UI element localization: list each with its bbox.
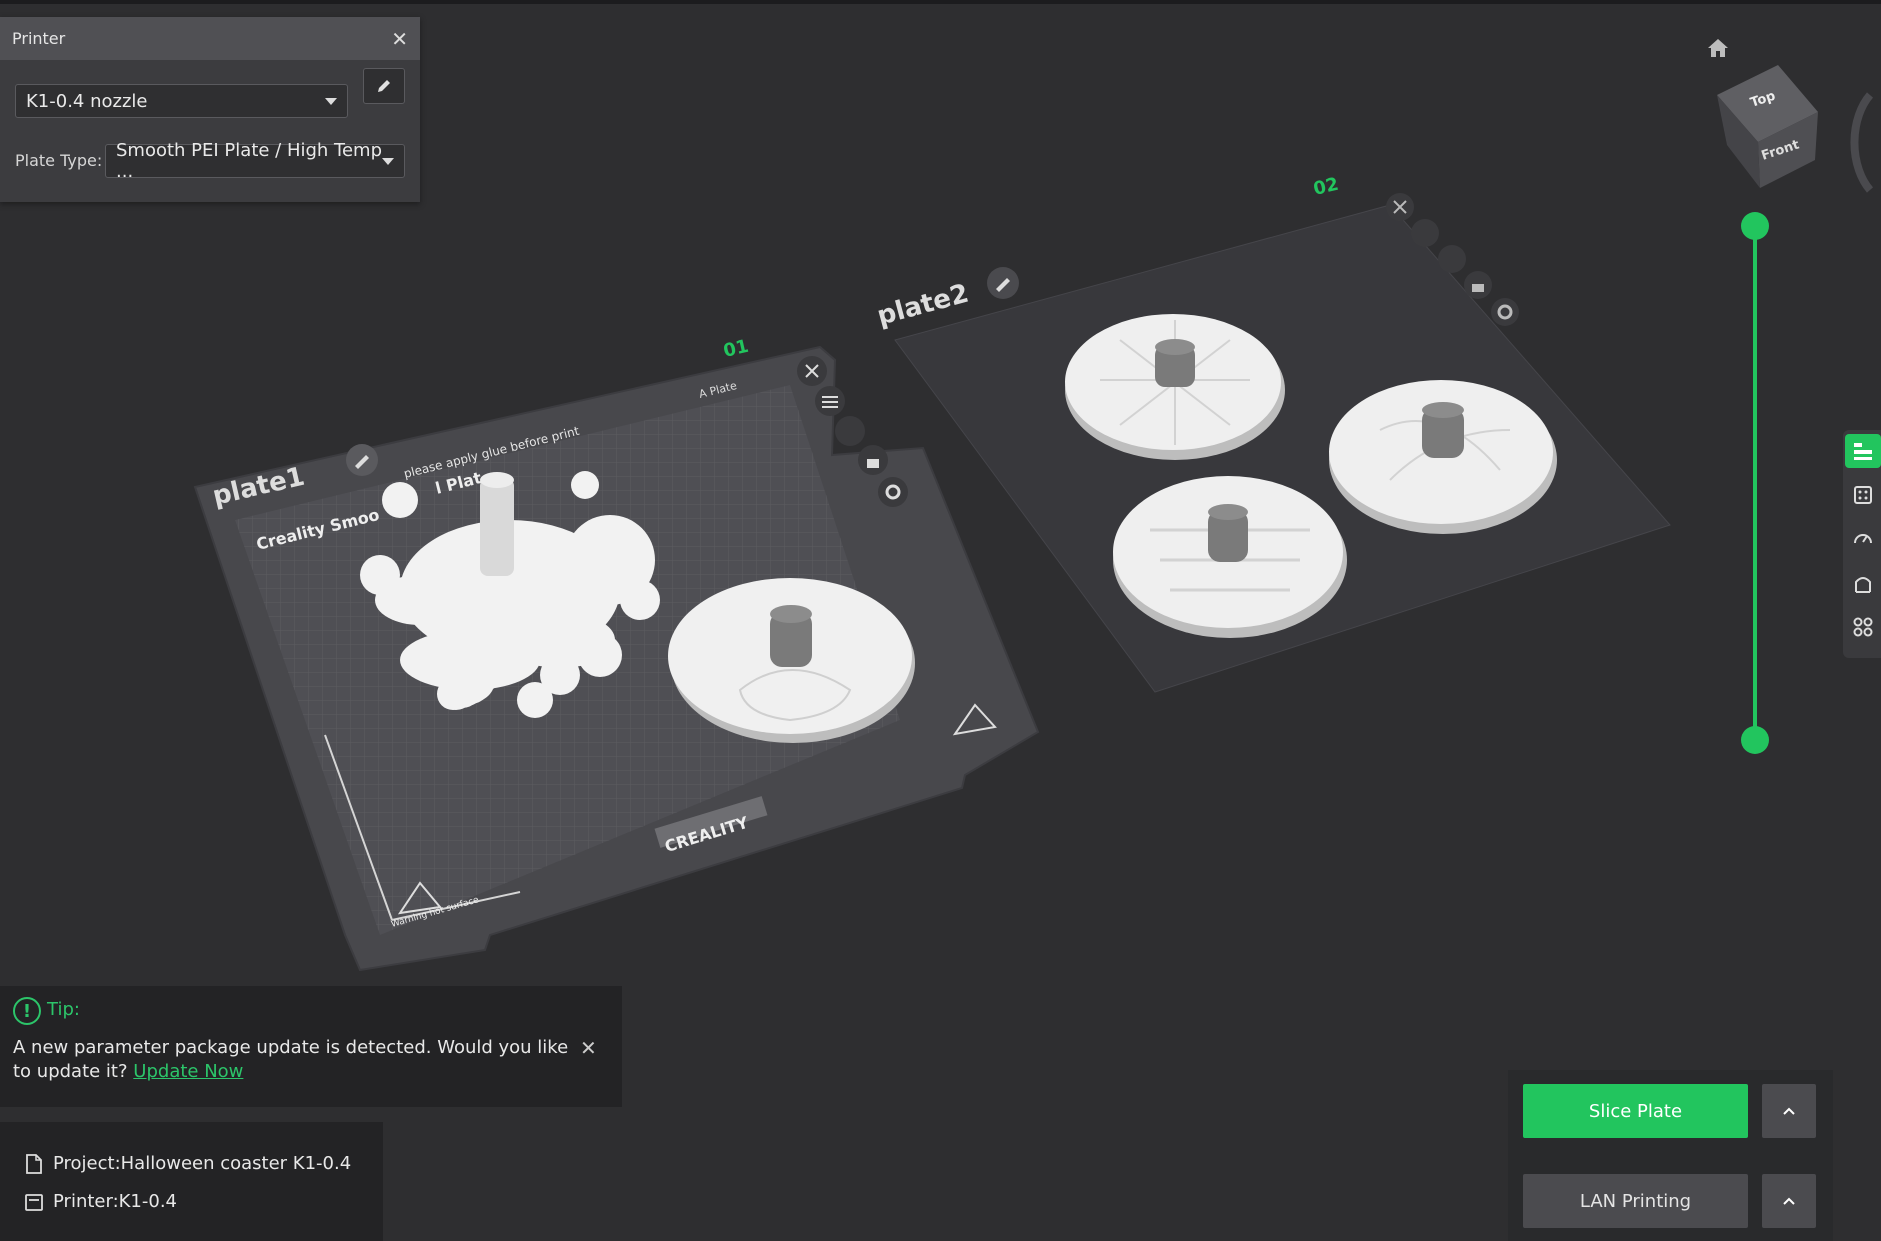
lan-printing-button[interactable]: LAN Printing — [1523, 1174, 1748, 1228]
printer-row: Printer:K1-0.4 — [25, 1191, 177, 1212]
tip-message-container: A new parameter package update is detect… — [13, 1036, 573, 1084]
trick-or-treat-coaster[interactable] — [1113, 476, 1347, 638]
plate-type-value: Smooth PEI Plate / High Temp ... — [116, 140, 383, 182]
printer-select[interactable]: K1-0.4 nozzle — [15, 84, 348, 118]
web-coaster[interactable] — [1065, 314, 1285, 460]
project-label: Project:Halloween coaster K1-0.4 — [53, 1153, 352, 1174]
plate2-arrange-icon[interactable] — [1411, 219, 1439, 247]
printer-icon — [25, 1193, 43, 1211]
slice-options-button[interactable] — [1762, 1084, 1816, 1138]
printer-panel-title: Printer — [12, 29, 66, 48]
plate2-auto-orient-icon[interactable] — [1438, 245, 1466, 273]
print-options-button[interactable] — [1762, 1174, 1816, 1228]
layer-slider-bottom-handle[interactable] — [1741, 726, 1769, 754]
project-row: Project:Halloween coaster K1-0.4 — [25, 1153, 351, 1174]
pencil-icon — [378, 80, 390, 92]
home-icon[interactable] — [1707, 38, 1729, 62]
plate1-auto-orient-icon[interactable] — [835, 416, 865, 446]
exclamation-icon: ! — [13, 997, 41, 1025]
tip-close-icon[interactable]: ✕ — [580, 1036, 597, 1060]
plate1-number: 01 — [721, 336, 750, 362]
chevron-up-icon — [1783, 1197, 1795, 1205]
slice-plate-button[interactable]: Slice Plate — [1523, 1084, 1748, 1138]
plate1-settings-icon[interactable] — [878, 477, 908, 507]
spider-coaster[interactable] — [1329, 380, 1557, 534]
tip-message: A new parameter package update is detect… — [13, 1037, 569, 1082]
plate2-number: 02 — [1311, 174, 1340, 200]
tip-title: Tip: — [47, 999, 80, 1020]
chevron-down-icon — [382, 158, 394, 165]
file-icon — [26, 1153, 42, 1174]
object-list-icon[interactable] — [1845, 434, 1881, 468]
plate-type-select[interactable]: Smooth PEI Plate / High Temp ... — [105, 140, 405, 182]
chevron-down-icon — [325, 98, 337, 105]
printer-select-value: K1-0.4 nozzle — [26, 90, 148, 112]
layer-slider-top-handle[interactable] — [1741, 212, 1769, 240]
view-cube[interactable]: Top Front — [1717, 65, 1818, 188]
printer-panel-header: Printer ✕ — [0, 17, 420, 60]
plate2[interactable]: plate2 02 — [874, 174, 1671, 693]
printer-label: Printer:K1-0.4 — [53, 1191, 178, 1212]
command-icon[interactable] — [1847, 610, 1879, 644]
update-now-link[interactable]: Update Now — [133, 1061, 243, 1082]
support-icon[interactable] — [1847, 566, 1879, 600]
project-info — [0, 1122, 383, 1241]
skull-coaster[interactable] — [668, 578, 915, 743]
plate-settings-icon[interactable] — [1847, 478, 1879, 512]
chevron-up-icon — [1783, 1107, 1795, 1115]
plate2-settings-icon[interactable] — [1491, 298, 1519, 326]
edit-printer-button[interactable] — [363, 68, 405, 104]
plate-type-label: Plate Type: — [15, 151, 103, 170]
splat-stack — [480, 478, 514, 576]
right-toolbar — [1843, 430, 1881, 658]
speed-gauge-icon[interactable] — [1847, 522, 1879, 556]
close-icon[interactable]: ✕ — [391, 29, 408, 49]
plate1[interactable]: CREALITY plate1 01 A Plate please apply … — [193, 336, 1040, 972]
view-rotate-ring[interactable] — [1850, 92, 1874, 193]
layer-slider-track[interactable] — [1753, 226, 1757, 740]
